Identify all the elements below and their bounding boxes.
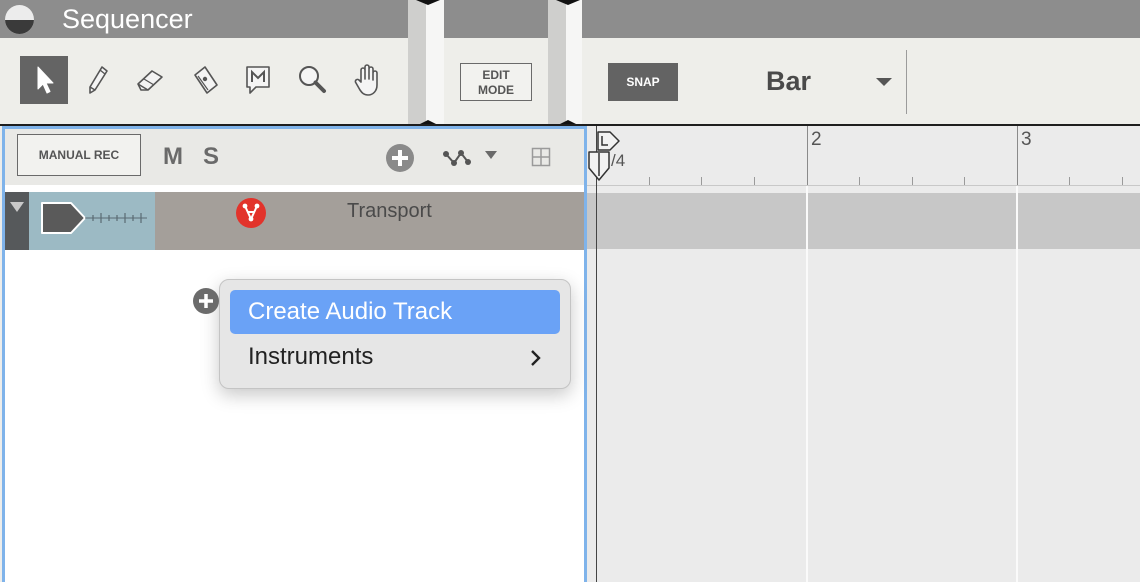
transport-lane[interactable] <box>587 193 1140 249</box>
toolbar-separator <box>548 0 566 124</box>
beat-tick <box>1122 177 1123 185</box>
song-position-line[interactable] <box>596 126 597 582</box>
loop-left-marker-icon[interactable] <box>596 130 622 152</box>
lane-bar-line <box>806 193 808 249</box>
track-color-strip <box>29 192 155 250</box>
add-track-plus-icon[interactable] <box>385 143 415 173</box>
pencil-icon <box>89 66 108 94</box>
add-track-context-menu: Create Audio Track Instruments <box>219 279 571 389</box>
toolbar-separator <box>426 0 444 124</box>
manual-rec-button[interactable]: MANUAL REC <box>17 134 141 176</box>
collapse-panel-button[interactable] <box>5 5 34 34</box>
song-position-marker-icon[interactable] <box>587 150 611 182</box>
snap-dropdown-chevron-icon[interactable] <box>876 78 892 86</box>
transport-marker-icon <box>41 202 147 234</box>
chevron-right-icon <box>531 350 541 366</box>
track-list-header: MANUAL REC M S <box>5 129 584 185</box>
window-title: Sequencer <box>62 4 193 34</box>
track-name: Transport <box>347 200 432 222</box>
beat-tick <box>649 177 650 185</box>
menu-item-label: Create Audio Track <box>248 298 453 325</box>
mute-tool-button[interactable] <box>234 56 282 104</box>
beat-tick <box>859 177 860 185</box>
time-signature: /4 <box>611 151 626 170</box>
menu-item-instruments[interactable]: Instruments <box>230 335 560 379</box>
add-track-plus-icon[interactable] <box>192 287 220 315</box>
bar-number-label: 2 <box>811 129 822 150</box>
transport-device-icon <box>236 198 266 228</box>
grid-layout-icon[interactable] <box>531 147 551 167</box>
lane-bar-line <box>1016 193 1018 249</box>
bar-line <box>807 126 808 185</box>
snap-button[interactable]: SNAP <box>608 63 678 101</box>
select-tool-button[interactable] <box>20 56 68 104</box>
beat-tick <box>701 177 702 185</box>
toolbar-separator <box>566 0 582 124</box>
beat-tick <box>754 177 755 185</box>
menu-item-create-audio-track[interactable]: Create Audio Track <box>230 290 560 334</box>
solo-all-button[interactable]: S <box>203 143 219 171</box>
automation-nodes-icon[interactable] <box>442 146 472 168</box>
magnifier-icon <box>299 66 326 93</box>
separator-notch-icon <box>416 0 580 5</box>
timeline-ruler[interactable]: 2 3 /4 <box>587 126 1140 186</box>
bar-line <box>1017 126 1018 185</box>
snap-value[interactable]: Bar <box>766 66 811 97</box>
beat-tick <box>1069 177 1070 185</box>
hand-tool-button[interactable] <box>344 56 392 104</box>
automation-chevron-down-icon[interactable] <box>485 151 497 159</box>
razor-icon <box>194 66 218 94</box>
ruler-divider <box>587 185 1140 186</box>
timeline[interactable]: 2 3 /4 <box>587 126 1140 582</box>
arrow-pointer-icon <box>37 66 54 94</box>
beat-tick <box>964 177 965 185</box>
mute-all-button[interactable]: M <box>163 143 183 171</box>
bar-number-label: 3 <box>1021 129 1032 150</box>
fold-toggle-icon[interactable] <box>5 192 29 250</box>
beat-tick <box>912 177 913 185</box>
toolbar-divider <box>906 50 907 114</box>
menu-item-label: Instruments <box>248 343 374 370</box>
eraser-tool-button[interactable] <box>126 56 174 104</box>
magnify-tool-button[interactable] <box>288 56 336 104</box>
eraser-icon <box>137 70 163 91</box>
hand-icon <box>354 64 378 96</box>
edit-mode-button[interactable]: EDIT MODE <box>460 63 532 101</box>
toolbar-separator <box>408 0 426 124</box>
razor-tool-button[interactable] <box>180 56 228 104</box>
mute-speech-icon <box>246 66 270 94</box>
track-row-transport[interactable]: Transport <box>5 192 584 250</box>
pencil-tool-button[interactable] <box>74 56 122 104</box>
